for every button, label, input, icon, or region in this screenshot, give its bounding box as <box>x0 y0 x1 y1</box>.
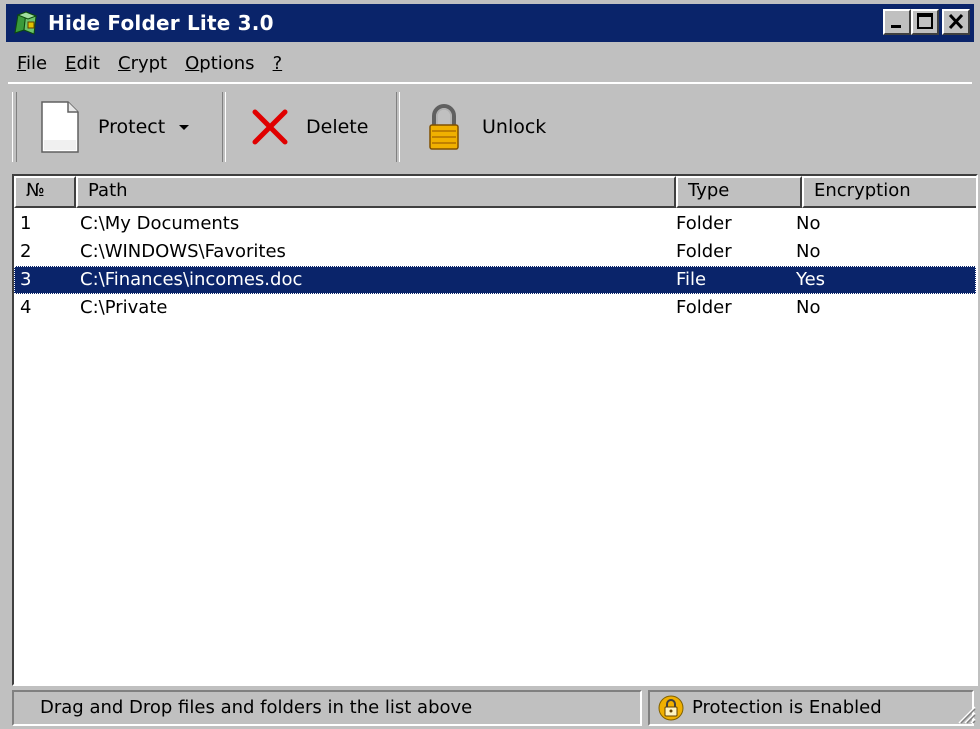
row-path: C:\Finances\incomes.doc <box>80 269 303 290</box>
row-number: 2 <box>20 241 32 262</box>
maximize-button[interactable] <box>911 9 939 35</box>
row-number: 3 <box>20 269 32 290</box>
delete-button[interactable]: Delete <box>250 90 390 164</box>
delete-label: Delete <box>306 116 369 138</box>
row-encryption: No <box>796 297 821 318</box>
row-path: C:\Private <box>80 297 168 318</box>
title-bar[interactable]: Hide Folder Lite 3.0 <box>6 4 974 42</box>
dropdown-arrow-icon[interactable] <box>177 122 191 132</box>
toolbar-grip[interactable] <box>12 92 17 162</box>
status-bar: Drag and Drop files and folders in the l… <box>12 690 978 726</box>
column-header-encryption[interactable]: Encryption <box>802 176 976 208</box>
row-encryption: Yes <box>796 269 826 290</box>
red-x-icon <box>252 109 288 145</box>
maximize-icon <box>917 13 933 29</box>
menu-options[interactable]: Options <box>176 49 263 78</box>
unlock-button[interactable]: Unlock <box>426 90 566 164</box>
table-row[interactable]: 2 C:\WINDOWS\Favorites Folder No <box>14 238 976 266</box>
column-header-path[interactable]: Path <box>76 176 676 208</box>
close-button[interactable] <box>942 9 970 35</box>
row-path: C:\My Documents <box>80 213 240 234</box>
list-header: № Path Type Encryption <box>14 176 976 208</box>
column-header-number[interactable]: № <box>14 176 76 208</box>
row-number: 4 <box>20 297 32 318</box>
toolbar-separator <box>396 92 400 162</box>
table-row[interactable]: 4 C:\Private Folder No <box>14 294 976 322</box>
row-encryption: No <box>796 241 821 262</box>
row-type: Folder <box>676 213 732 234</box>
table-row-selected[interactable]: 3 C:\Finances\incomes.doc File Yes <box>14 266 976 294</box>
status-hint: Drag and Drop files and folders in the l… <box>12 690 642 726</box>
resize-grip-icon[interactable] <box>954 702 976 724</box>
menu-edit[interactable]: Edit <box>56 49 109 78</box>
row-type: File <box>676 269 707 290</box>
menu-crypt[interactable]: Crypt <box>109 49 176 78</box>
row-number: 1 <box>20 213 32 234</box>
menu-help[interactable]: ? <box>264 49 292 78</box>
table-row[interactable]: 1 C:\My Documents Folder No <box>14 210 976 238</box>
app-window: Hide Folder Lite 3.0 File Edit Crypt Opt… <box>0 0 980 729</box>
padlock-icon <box>429 104 459 150</box>
menu-file[interactable]: File <box>8 49 56 78</box>
minimize-icon <box>891 25 901 28</box>
close-icon <box>948 13 964 30</box>
protected-items-list[interactable]: № Path Type Encryption 1 C:\My Documents… <box>12 174 978 686</box>
protection-status: Protection is Enabled <box>648 690 974 726</box>
row-type: Folder <box>676 241 732 262</box>
menu-bar: File Edit Crypt Options ? <box>8 46 291 80</box>
lock-status-icon <box>658 695 684 721</box>
window-title: Hide Folder Lite 3.0 <box>48 11 274 35</box>
toolbar-separator <box>222 92 226 162</box>
document-icon <box>41 101 79 153</box>
column-header-type[interactable]: Type <box>676 176 802 208</box>
protect-label: Protect <box>98 116 166 138</box>
app-icon <box>14 11 38 35</box>
minimize-button[interactable] <box>883 9 911 35</box>
protect-button[interactable]: Protect <box>38 90 218 164</box>
unlock-label: Unlock <box>482 116 547 138</box>
row-type: Folder <box>676 297 732 318</box>
row-encryption: No <box>796 213 821 234</box>
row-path: C:\WINDOWS\Favorites <box>80 241 286 262</box>
toolbar: Protect Delete Unlock <box>8 82 972 168</box>
protection-status-text: Protection is Enabled <box>692 697 882 718</box>
